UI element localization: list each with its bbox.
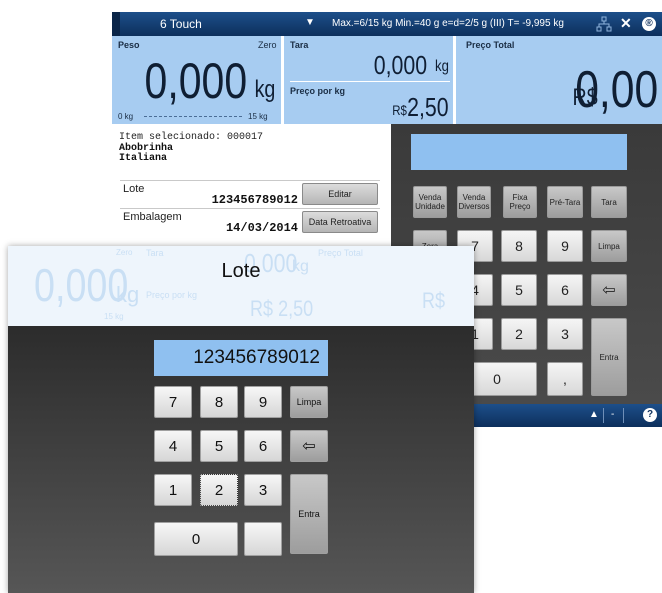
panel-divider <box>290 81 450 82</box>
lote-input[interactable]: 123456789012 <box>154 340 328 376</box>
minus-button[interactable]: - <box>611 409 614 420</box>
scale-name: 6 Touch <box>160 17 202 31</box>
key-8[interactable]: 8 <box>501 230 537 262</box>
key-9[interactable]: 9 <box>547 230 583 262</box>
key-comma[interactable]: , <box>547 362 583 396</box>
range-bar <box>144 116 242 117</box>
ghost-total-currency: R$ <box>422 288 446 313</box>
dialog-key-5[interactable]: 5 <box>200 430 238 462</box>
dialog-key-4[interactable]: 4 <box>154 430 192 462</box>
up-arrow-icon[interactable]: ▲ <box>589 409 599 420</box>
tara-key[interactable]: Tara <box>591 186 627 218</box>
key-2[interactable]: 2 <box>501 318 537 350</box>
item-name-line2: Italiana <box>119 153 168 164</box>
fixa-preco-key[interactable]: Fixa Preço <box>503 186 537 218</box>
ghost-preco-kg: Preço por kg <box>146 290 198 300</box>
chevron-down-icon[interactable]: ▼ <box>305 17 315 28</box>
venda-diversos-key[interactable]: Venda Diversos <box>457 186 491 218</box>
dialog-key-8[interactable]: 8 <box>200 386 238 418</box>
title-bar: 6 Touch ▼ Max.=6/15 kg Min.=40 g e=d=2/5… <box>112 12 662 36</box>
tara-label: Tara <box>290 40 309 50</box>
peso-label: Peso <box>118 40 140 50</box>
entra-key[interactable]: Entra <box>591 318 627 396</box>
separator <box>623 408 624 423</box>
lote-dialog: 0,000 kg Zero Tara 0,000 kg Preço por kg… <box>8 246 474 593</box>
lote-value: 123456789012 <box>211 193 298 207</box>
ghost-preco-kg-value: R$ 2,50 <box>250 296 314 321</box>
edit-lote-button[interactable]: Editar <box>302 183 378 205</box>
key-3[interactable]: 3 <box>547 318 583 350</box>
preco-kg-value: 2,50 <box>407 92 449 122</box>
dialog-key-7[interactable]: 7 <box>154 386 192 418</box>
ghost-peso-unit: kg <box>116 282 140 307</box>
tara-panel: Tara 0,000 kg Preço por kg R$ 2,50 <box>284 36 454 124</box>
venda-unidade-key[interactable]: Venda Unidade <box>413 186 447 218</box>
ghost-zero: Zero <box>116 248 133 257</box>
item-selected-label: Item selecionado: 000017 <box>119 132 264 143</box>
dialog-limpa-key[interactable]: Limpa <box>290 386 328 418</box>
scale-min-label: 0 kg <box>118 112 134 121</box>
separator <box>603 408 604 423</box>
preco-kg-label: Preço por kg <box>290 86 346 96</box>
dialog-key-0[interactable]: 0 <box>154 522 238 556</box>
title-tab <box>112 12 120 36</box>
key-6[interactable]: 6 <box>547 274 583 306</box>
metrology-info: Max.=6/15 kg Min.=40 g e=d=2/5 g (III) T… <box>332 18 564 29</box>
peso-value: 0,000 <box>144 53 247 109</box>
dialog-key-3[interactable]: 3 <box>244 474 282 506</box>
network-icon[interactable] <box>596 16 612 32</box>
preco-total-panel: Preço Total R$ 0,00 <box>456 36 662 124</box>
zero-indicator: Zero <box>258 40 277 50</box>
key-5[interactable]: 5 <box>501 274 537 306</box>
dialog-key-1[interactable]: 1 <box>154 474 192 506</box>
dialog-title: Lote <box>221 260 261 282</box>
tara-value: 0,000 <box>373 50 427 80</box>
dialog-keypad: 123456789012 7 8 9 Limpa 4 5 6 ⇦ 1 2 3 E… <box>8 326 474 593</box>
dialog-blank-key[interactable] <box>244 522 282 556</box>
pre-tara-key[interactable]: Pré-Tara <box>547 186 583 218</box>
item-panel: Item selecionado: 000017 Abobrinha Itali… <box>112 124 382 252</box>
dialog-key-6[interactable]: 6 <box>244 430 282 462</box>
lote-label: Lote <box>123 183 145 195</box>
close-icon[interactable]: ✕ <box>620 15 632 32</box>
preco-total-value: 0,00 <box>575 61 658 119</box>
keypad-display <box>411 134 627 170</box>
ghost-tara-label: Tara <box>146 248 164 258</box>
help-icon[interactable]: ? <box>643 408 657 422</box>
peso-unit: kg <box>254 76 275 103</box>
embalagem-value: 14/03/2014 <box>225 221 298 235</box>
peso-panel: Peso Zero 0,000 kg 0 kg 15 kg <box>112 36 282 124</box>
backspace-icon[interactable]: ⇦ <box>290 430 328 462</box>
preco-total-label: Preço Total <box>466 40 515 50</box>
ghost-scale-max: 15 kg <box>104 312 124 321</box>
tara-unit: kg <box>435 58 449 75</box>
backspace-icon[interactable]: ⇦ <box>591 274 627 306</box>
lote-row: Lote 123456789012 Editar <box>120 180 380 207</box>
dialog-entra-key[interactable]: Entra <box>290 474 328 554</box>
data-retroativa-button[interactable]: Data Retroativa <box>302 211 378 233</box>
dialog-header: 0,000 kg Zero Tara 0,000 kg Preço por kg… <box>8 246 474 326</box>
embalagem-label: Embalagem <box>123 211 182 223</box>
limpa-key[interactable]: Limpa <box>591 230 627 262</box>
ghost-preco-total: Preço Total <box>318 248 363 258</box>
dialog-key-2[interactable]: 2 <box>200 474 238 506</box>
dialog-key-9[interactable]: 9 <box>244 386 282 418</box>
embalagem-row: Embalagem 14/03/2014 Data Retroativa <box>120 208 380 235</box>
preco-kg-currency: R$ <box>392 102 407 118</box>
logo-icon[interactable]: ® <box>642 17 656 31</box>
scale-max-label: 15 kg <box>248 112 268 121</box>
